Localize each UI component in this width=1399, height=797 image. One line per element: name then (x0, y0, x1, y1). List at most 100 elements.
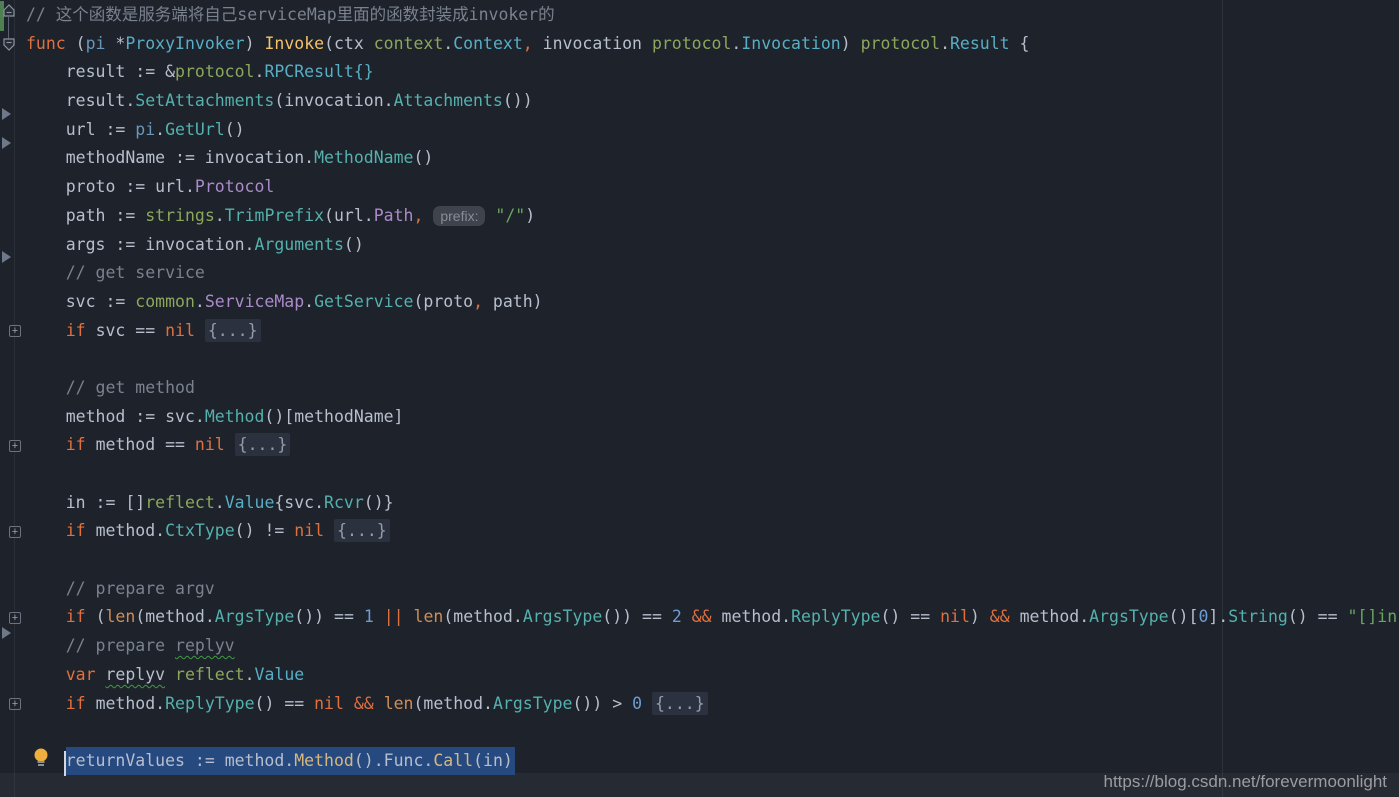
code-token: (). (354, 751, 384, 770)
code-token: Method (205, 407, 265, 426)
code-line[interactable]: method := svc.Method()[methodName] (0, 403, 1399, 432)
code-editor-area[interactable]: // 这个函数是服务端将自己serviceMap里面的函数封装成invoker的… (0, 1, 1399, 776)
code-token: if (66, 521, 96, 540)
code-line[interactable]: url := pi.GetUrl() (0, 116, 1399, 145)
code-token: len (414, 607, 444, 626)
code-line[interactable]: if method.ReplyType() == nil && len(meth… (0, 690, 1399, 719)
code-token: . (731, 34, 741, 53)
code-token: Attachments (394, 91, 503, 110)
fold-expand-icon[interactable]: + (9, 325, 21, 337)
code-line[interactable]: // get method (0, 374, 1399, 403)
code-token: GetService (314, 292, 413, 311)
code-line[interactable]: // prepare argv (0, 575, 1399, 604)
code-token: path) (483, 292, 543, 311)
code-line[interactable]: methodName := invocation.MethodName() (0, 144, 1399, 173)
code-token (404, 607, 414, 626)
code-token (26, 435, 66, 454)
code-token: "[]in (1347, 607, 1397, 626)
code-line[interactable]: if method == nil {...} (0, 431, 1399, 460)
code-token: GetUrl (165, 120, 225, 139)
code-token: ]. (1208, 607, 1228, 626)
code-token: in := [] (26, 493, 145, 512)
code-line[interactable] (0, 546, 1399, 575)
code-token: ReplyType (165, 694, 254, 713)
code-token: Invoke (264, 34, 324, 53)
code-token: () (225, 120, 245, 139)
code-line[interactable]: if (len(method.ArgsType()) == 1 || len(m… (0, 603, 1399, 632)
code-token: & (165, 62, 175, 81)
code-token: nil (165, 321, 205, 340)
code-line[interactable]: func (pi *ProxyInvoker) Invoke(ctx conte… (0, 30, 1399, 59)
code-token: ()) (503, 91, 533, 110)
code-token: (invocation. (274, 91, 393, 110)
code-line[interactable]: if method.CtxType() != nil {...} (0, 517, 1399, 546)
code-token: (proto (413, 292, 473, 311)
code-line[interactable]: args := invocation.Arguments() (0, 231, 1399, 260)
code-line[interactable]: result.SetAttachments(invocation.Attachm… (0, 87, 1399, 116)
code-token (26, 751, 66, 770)
selected-text[interactable]: returnValues := method.Method().Func.Cal… (66, 747, 515, 775)
code-token: . (304, 292, 314, 311)
code-line[interactable]: in := []reflect.Value{svc.Rcvr()} (0, 489, 1399, 518)
folded-code-placeholder[interactable]: {...} (652, 692, 708, 715)
code-token: (method. (135, 607, 214, 626)
fold-expand-icon[interactable]: + (9, 612, 21, 624)
code-token: Path (374, 206, 414, 225)
code-token: method. (712, 607, 791, 626)
code-token: result := (26, 62, 165, 81)
code-token (344, 694, 354, 713)
code-token: Value (225, 493, 275, 512)
code-token: Protocol (195, 177, 274, 196)
fold-expand-icon[interactable]: + (9, 526, 21, 538)
code-token: method := svc. (26, 407, 205, 426)
code-line[interactable]: path := strings.TrimPrefix(url.Path, pre… (0, 202, 1399, 231)
code-token: // prepare argv (26, 579, 215, 598)
code-token: ()) == (294, 607, 364, 626)
code-token: ( (324, 34, 334, 53)
code-token: . (195, 292, 205, 311)
code-token: Value (255, 665, 305, 684)
code-token: Rcvr (324, 493, 364, 512)
fold-arrow-icon[interactable] (2, 137, 11, 149)
code-token: result. (26, 91, 135, 110)
fold-arrow-icon[interactable] (2, 627, 11, 639)
code-token: args := invocation. (26, 235, 254, 254)
code-line[interactable]: var replyv reflect.Value (0, 661, 1399, 690)
code-line[interactable]: result := &protocol.RPCResult{} (0, 58, 1399, 87)
code-line[interactable]: svc := common.ServiceMap.GetService(prot… (0, 288, 1399, 317)
code-token: pi (86, 34, 106, 53)
code-token: || (384, 607, 404, 626)
code-token: (method. (414, 694, 493, 713)
folded-code-placeholder[interactable]: {...} (235, 433, 291, 456)
code-token: path := (26, 206, 145, 225)
code-token (26, 321, 66, 340)
code-line[interactable] (0, 460, 1399, 489)
code-line[interactable] (0, 718, 1399, 747)
code-line[interactable]: // get service (0, 259, 1399, 288)
code-line[interactable] (0, 345, 1399, 374)
code-token: replyv (106, 665, 166, 684)
folded-code-placeholder[interactable]: {...} (334, 519, 390, 542)
code-token (374, 607, 384, 626)
code-token: () == (880, 607, 940, 626)
code-line[interactable]: // 这个函数是服务端将自己serviceMap里面的函数封装成invoker的 (0, 1, 1399, 30)
code-token: (in) (473, 751, 513, 770)
code-token: TrimPrefix (225, 206, 324, 225)
code-token: url := (26, 120, 135, 139)
code-line[interactable]: // prepare replyv (0, 632, 1399, 661)
code-token: Result (950, 34, 1010, 53)
folded-code-placeholder[interactable]: {...} (205, 319, 261, 342)
code-token (682, 607, 692, 626)
code-line[interactable]: if svc == nil {...} (0, 317, 1399, 346)
fold-expand-icon[interactable]: + (9, 698, 21, 710)
code-line[interactable]: proto := url.Protocol (0, 173, 1399, 202)
code-token: && (354, 694, 374, 713)
fold-arrow-icon[interactable] (2, 108, 11, 120)
fold-expand-icon[interactable]: + (9, 440, 21, 452)
fold-arrow-icon[interactable] (2, 251, 11, 263)
code-token: // get method (26, 378, 195, 397)
code-token: method. (96, 694, 166, 713)
code-token: nil (195, 435, 235, 454)
parameter-name-hint: prefix: (433, 206, 485, 226)
code-token: Func (384, 751, 424, 770)
